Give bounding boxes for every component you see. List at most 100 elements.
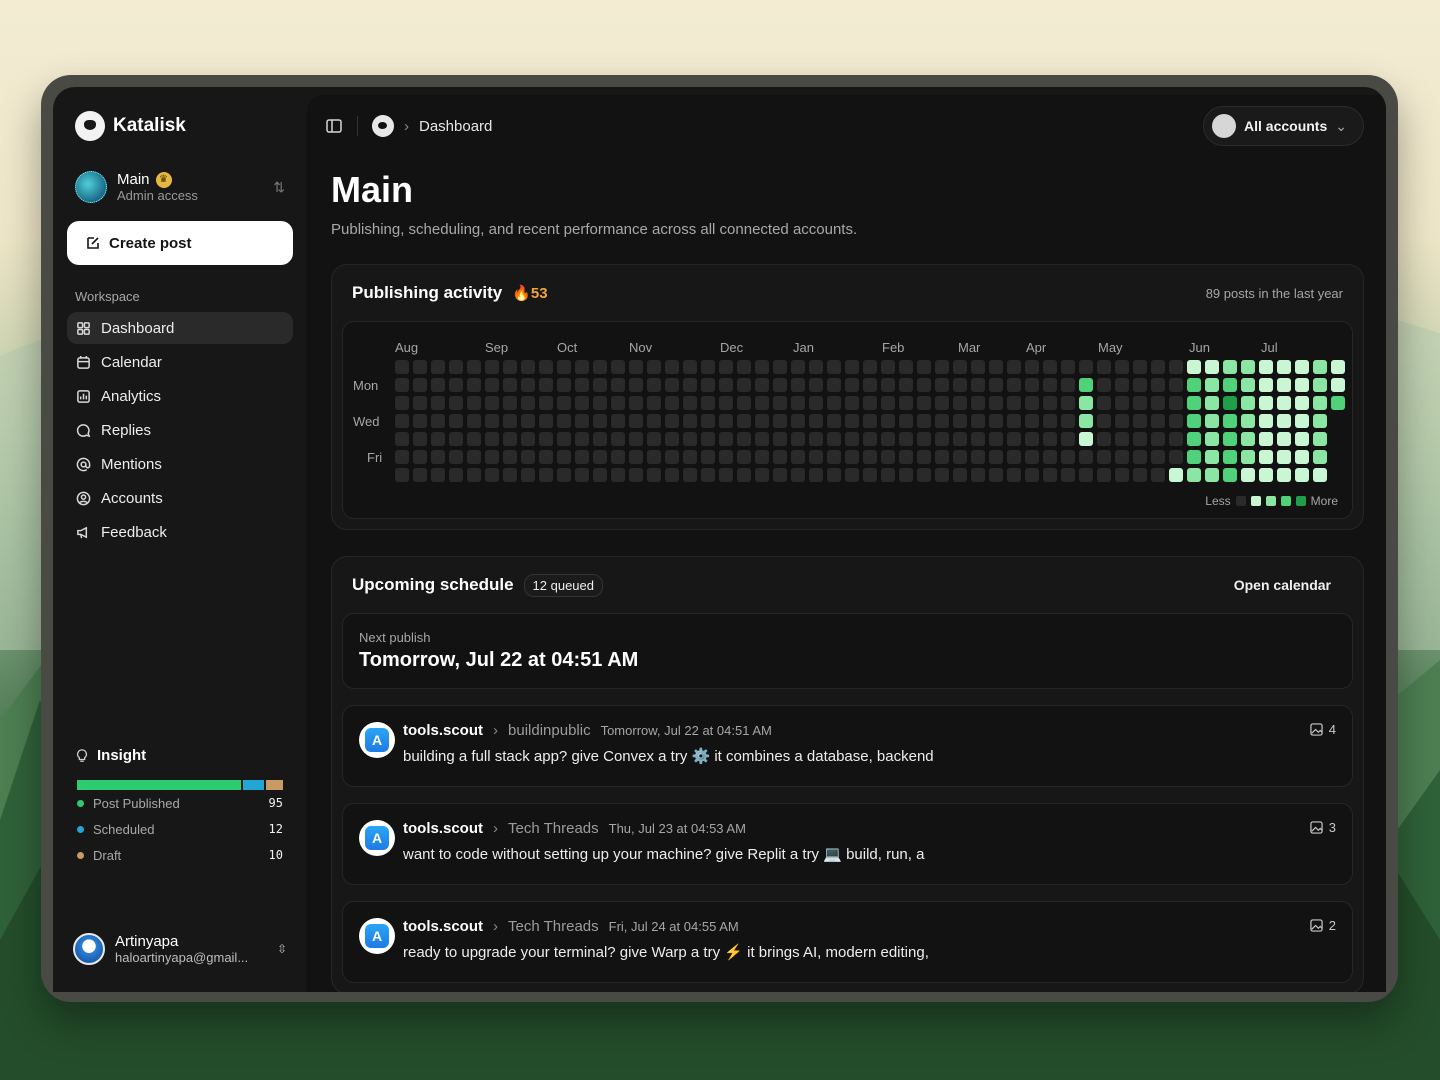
brand-logo-icon[interactable] bbox=[372, 115, 394, 137]
heatmap-cell bbox=[1259, 450, 1273, 464]
stat-value: 10 bbox=[268, 848, 283, 862]
sidebar-toggle-icon[interactable] bbox=[325, 117, 343, 135]
heatmap-cell bbox=[989, 360, 1003, 374]
heatmap-cell bbox=[917, 414, 931, 428]
heatmap-cell bbox=[665, 414, 679, 428]
accounts-dropdown[interactable]: All accounts ⌄ bbox=[1203, 106, 1364, 146]
sidebar-item-dashboard[interactable]: Dashboard bbox=[67, 312, 293, 344]
media-count-value: 2 bbox=[1328, 918, 1336, 933]
heatmap-cell bbox=[1241, 378, 1255, 392]
heatmap-cell bbox=[1259, 378, 1273, 392]
image-icon bbox=[1310, 723, 1323, 736]
heatmap-cell bbox=[1241, 450, 1255, 464]
heatmap-cell bbox=[629, 378, 643, 392]
heatmap-cell bbox=[395, 432, 409, 446]
heatmap-cell bbox=[1187, 396, 1201, 410]
heatmap-cell bbox=[1151, 414, 1165, 428]
account-switcher[interactable]: Main ♛ Admin access ⇅ bbox=[67, 165, 293, 209]
heatmap-cell bbox=[1007, 450, 1021, 464]
heatmap-cell bbox=[1331, 396, 1345, 410]
heatmap-cell bbox=[827, 414, 841, 428]
chart-icon bbox=[75, 388, 91, 404]
heatmap-cell bbox=[971, 450, 985, 464]
create-post-button[interactable]: Create post bbox=[67, 221, 293, 265]
heatmap-cell bbox=[1079, 378, 1093, 392]
stat-value: 12 bbox=[268, 822, 283, 836]
contribution-heatmap: Aug Sep Oct Nov Dec Jan Feb Mar Apr May … bbox=[342, 321, 1353, 519]
heatmap-cell bbox=[1115, 414, 1129, 428]
scheduled-post[interactable]: A tools.scout › Tech Threads Fri, Jul 24… bbox=[342, 901, 1353, 983]
heatmap-cell bbox=[1169, 396, 1183, 410]
swap-arrows-icon[interactable]: ⇅ bbox=[273, 179, 285, 196]
sidebar-item-replies[interactable]: Replies bbox=[67, 414, 293, 446]
heatmap-cell bbox=[755, 396, 769, 410]
heatmap-cell bbox=[935, 414, 949, 428]
heatmap-cell bbox=[935, 360, 949, 374]
user-menu[interactable]: Artinyapa haloartinyapa@gmail... ⇳ bbox=[73, 933, 287, 965]
heatmap-cell bbox=[467, 432, 481, 446]
heatmap-cell bbox=[899, 378, 913, 392]
heatmap-cell bbox=[1205, 432, 1219, 446]
sidebar-item-label: Calendar bbox=[101, 353, 162, 371]
heatmap-cell bbox=[755, 378, 769, 392]
heatmap-cell bbox=[827, 450, 841, 464]
heatmap-cell bbox=[719, 414, 733, 428]
brand[interactable]: Katalisk bbox=[67, 87, 293, 165]
heatmap-cell bbox=[755, 432, 769, 446]
heatmap-cell bbox=[701, 450, 715, 464]
heatmap-cell bbox=[827, 396, 841, 410]
scheduled-post[interactable]: A tools.scout › buildinpublic Tomorrow, … bbox=[342, 705, 1353, 787]
accounts-avatar bbox=[1212, 114, 1237, 138]
post-community: Tech Threads bbox=[508, 820, 599, 837]
heatmap-cell bbox=[917, 360, 931, 374]
heatmap-cell bbox=[791, 378, 805, 392]
heatmap-cell bbox=[629, 468, 643, 482]
month-label: Jul bbox=[1261, 340, 1278, 355]
sidebar-item-calendar[interactable]: Calendar bbox=[67, 346, 293, 378]
scheduled-post[interactable]: A tools.scout › Tech Threads Thu, Jul 23… bbox=[342, 803, 1353, 885]
heatmap-cell bbox=[1259, 414, 1273, 428]
heatmap-cell bbox=[431, 450, 445, 464]
heatmap-cell bbox=[1295, 414, 1309, 428]
sidebar-item-analytics[interactable]: Analytics bbox=[67, 380, 293, 412]
heatmap-cell bbox=[917, 432, 931, 446]
heatmap-cell bbox=[395, 360, 409, 374]
heatmap-cell bbox=[1007, 360, 1021, 374]
heatmap-cell bbox=[881, 468, 895, 482]
chevron-right-icon: › bbox=[493, 722, 499, 739]
heatmap-cell bbox=[539, 396, 553, 410]
heatmap-cell bbox=[1241, 414, 1255, 428]
posts-count: 89 posts in the last year bbox=[1205, 285, 1343, 301]
sidebar-item-feedback[interactable]: Feedback bbox=[67, 516, 293, 548]
chevron-up-down-icon[interactable]: ⇳ bbox=[277, 942, 287, 956]
sidebar-item-accounts[interactable]: Accounts bbox=[67, 482, 293, 514]
heatmap-cell bbox=[719, 450, 733, 464]
heatmap-cell bbox=[1133, 378, 1147, 392]
open-calendar-link[interactable]: Open calendar bbox=[1234, 577, 1343, 593]
month-label: Oct bbox=[557, 340, 578, 355]
insight-title: Insight bbox=[97, 747, 147, 764]
day-label: Wed bbox=[353, 414, 380, 429]
heatmap-cell bbox=[1295, 396, 1309, 410]
heatmap-cell bbox=[1007, 396, 1021, 410]
heatmap-cell bbox=[647, 468, 661, 482]
heatmap-cell bbox=[395, 414, 409, 428]
account-role: Admin access bbox=[117, 188, 198, 203]
heatmap-cell bbox=[1241, 468, 1255, 482]
sidebar-item-mentions[interactable]: Mentions bbox=[67, 448, 293, 480]
heatmap-cell bbox=[881, 360, 895, 374]
user-avatar bbox=[73, 933, 105, 965]
heatmap-cell bbox=[1295, 432, 1309, 446]
heatmap-cell bbox=[431, 396, 445, 410]
heatmap-cell bbox=[1007, 468, 1021, 482]
day-label: Fri bbox=[367, 450, 383, 465]
heatmap-cell bbox=[1205, 450, 1219, 464]
heatmap-cell bbox=[1313, 432, 1327, 446]
heatmap-cell bbox=[1223, 450, 1237, 464]
heatmap-cell bbox=[575, 378, 589, 392]
heatmap-cell bbox=[1133, 468, 1147, 482]
heatmap-cell bbox=[449, 450, 463, 464]
heatmap-cell bbox=[899, 468, 913, 482]
media-count: 3 bbox=[1310, 820, 1336, 835]
heatmap-cell bbox=[557, 468, 571, 482]
